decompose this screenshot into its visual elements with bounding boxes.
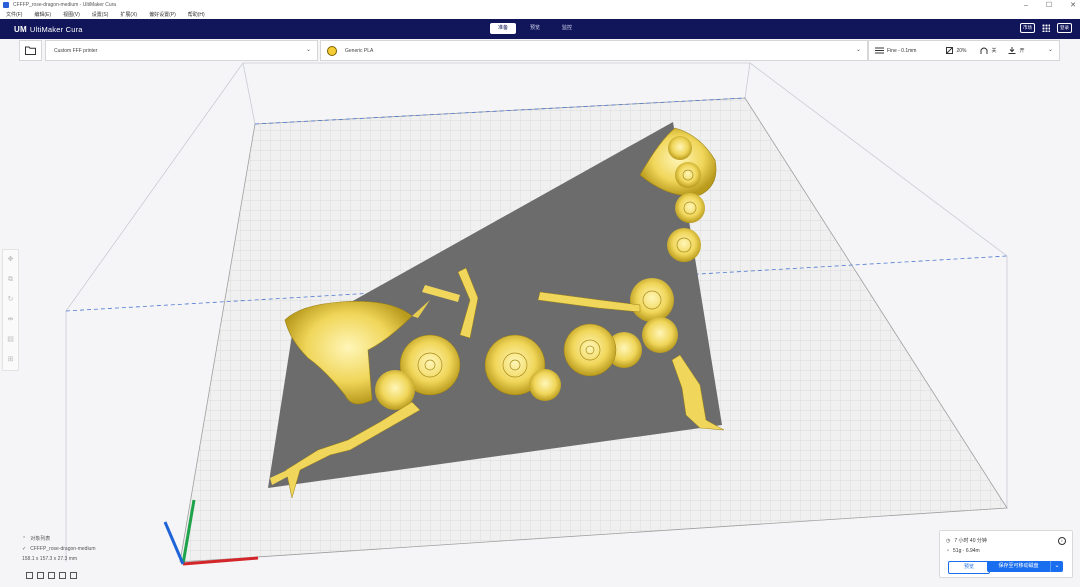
infill-value: 20%: [956, 47, 967, 54]
chevron-down-icon: ⌄: [855, 47, 861, 53]
object-info: ⌃ 对象列表 ✓ CFFFP_rose-dragon-medium 158.1 …: [22, 535, 96, 566]
window-title-bar: CFFFP_rose-dragon-medium - UltiMaker Cur…: [0, 0, 1080, 10]
support-blocker-icon[interactable]: ⊞: [7, 356, 15, 364]
adhesion-setting: 开: [1008, 47, 1025, 54]
object-list-toggle[interactable]: ⌃ 对象列表: [22, 535, 96, 543]
view-right-icon[interactable]: [70, 572, 77, 579]
material-usage-row: ◔ 51g · 6.94m: [946, 548, 980, 554]
tab-preview[interactable]: 预览: [522, 23, 548, 34]
close-button[interactable]: ✕: [1070, 1, 1076, 9]
apps-grid-icon[interactable]: [1042, 24, 1050, 32]
marketplace-button[interactable]: 市场: [1020, 23, 1035, 33]
tool-panel: ✥ ⧉ ↻ ⇹ ▤ ⊞: [2, 249, 19, 371]
folder-icon: [25, 46, 36, 55]
adhesion-value: 开: [1019, 48, 1025, 54]
cura-app-icon: [3, 2, 9, 8]
profile-label: Fine - 0.1mm: [887, 47, 917, 54]
profile-setting: Fine - 0.1mm: [875, 47, 916, 54]
3d-viewport[interactable]: [0, 59, 1080, 585]
extruder-icon: [327, 45, 337, 56]
material-name: Generic PLA: [345, 47, 374, 54]
menu-preferences[interactable]: 偏好设置(P): [149, 11, 176, 18]
view-left-icon[interactable]: [59, 572, 66, 579]
view-3d-icon[interactable]: [26, 572, 33, 579]
menu-help[interactable]: 帮助(H): [188, 11, 205, 18]
chevron-down-icon: ⌄: [1047, 47, 1053, 53]
menu-file[interactable]: 文件(F): [6, 11, 22, 18]
menu-view[interactable]: 视图(V): [63, 11, 80, 18]
rotate-tool-icon[interactable]: ↻: [7, 296, 15, 304]
save-to-removable-button[interactable]: 保存至可移动磁盘 ⌄: [987, 561, 1063, 572]
minimize-button[interactable]: –: [1024, 2, 1028, 9]
tab-prepare[interactable]: 准备: [490, 23, 517, 34]
view-front-icon[interactable]: [37, 572, 44, 579]
preview-button[interactable]: 预览: [948, 561, 990, 574]
mirror-tool-icon[interactable]: ⇹: [7, 316, 15, 324]
move-tool-icon[interactable]: ✥: [7, 256, 15, 264]
header-actions: 市场 登录: [1020, 23, 1072, 33]
object-dimensions-row: 158.1 x 157.3 x 27.3 mm: [22, 556, 96, 562]
infill-icon: [946, 47, 954, 54]
info-icon[interactable]: i: [1058, 537, 1066, 545]
object-list-label: 对象列表: [30, 536, 51, 542]
checkmark-icon: ✓: [22, 546, 27, 552]
app-header: UM UltiMaker Cura 准备 预览 监控 市场 登录: [0, 19, 1080, 39]
support-setting: 关: [980, 47, 996, 54]
material-selector[interactable]: Generic PLA ⌄: [320, 40, 868, 61]
menu-edit[interactable]: 编辑(E): [34, 11, 51, 18]
spool-icon: ◔: [946, 548, 950, 554]
save-button-label: 保存至可移动磁盘: [998, 563, 1039, 569]
stage-tabs: 准备 预览 监控: [490, 23, 580, 34]
print-time-row: ◷ 7 小时 40 分钟: [946, 537, 987, 545]
menu-bar: 文件(F) 编辑(E) 视图(V) 设置(S) 扩展(X) 偏好设置(P) 帮助…: [0, 10, 1080, 19]
support-icon: [980, 47, 988, 54]
object-list-item[interactable]: ✓ CFFFP_rose-dragon-medium: [22, 546, 96, 552]
print-settings-selector[interactable]: Fine - 0.1mm 20% 关 开 ⌄: [868, 40, 1060, 61]
view-top-icon[interactable]: [48, 572, 55, 579]
app-logo: UM UltiMaker Cura: [14, 25, 83, 34]
material-usage: 51g · 6.94m: [953, 548, 980, 554]
clock-icon: ◷: [946, 537, 951, 544]
support-value: 关: [991, 48, 997, 54]
print-estimate-panel: ◷ 7 小时 40 分钟 i ◔ 51g · 6.94m 预览 保存至可移动磁盘…: [939, 530, 1073, 578]
ultimaker-logo-icon: UM: [14, 25, 27, 34]
per-model-settings-icon[interactable]: ▤: [7, 336, 15, 344]
maximize-button[interactable]: ☐: [1046, 1, 1052, 9]
menu-extensions[interactable]: 扩展(X): [120, 11, 137, 18]
sign-in-button[interactable]: 登录: [1057, 23, 1072, 33]
tab-monitor[interactable]: 监控: [554, 23, 580, 34]
printer-name: Custom FFF printer: [54, 47, 98, 54]
chevron-down-icon[interactable]: ⌄: [1050, 561, 1063, 572]
camera-view-buttons: [26, 572, 77, 579]
object-dimensions: 158.1 x 157.3 x 27.3 mm: [22, 556, 78, 562]
adhesion-icon: [1008, 47, 1016, 54]
build-volume-scene: [65, 62, 1008, 566]
printer-selector[interactable]: Custom FFF printer ⌄: [45, 40, 318, 61]
chevron-down-icon: ⌄: [305, 47, 311, 53]
window-title: CFFFP_rose-dragon-medium - UltiMaker Cur…: [13, 2, 117, 8]
chevron-up-icon: ⌃: [22, 535, 27, 542]
app-name: UltiMaker Cura: [29, 25, 83, 34]
open-file-button[interactable]: [19, 40, 42, 61]
sliders-icon: [875, 47, 884, 54]
window-controls: – ☐ ✕: [1024, 0, 1076, 10]
infill-setting: 20%: [946, 47, 966, 54]
scale-tool-icon[interactable]: ⧉: [7, 276, 15, 284]
menu-settings[interactable]: 设置(S): [92, 11, 109, 18]
object-name: CFFFP_rose-dragon-medium: [30, 546, 96, 552]
print-time: 7 小时 40 分钟: [954, 538, 987, 544]
